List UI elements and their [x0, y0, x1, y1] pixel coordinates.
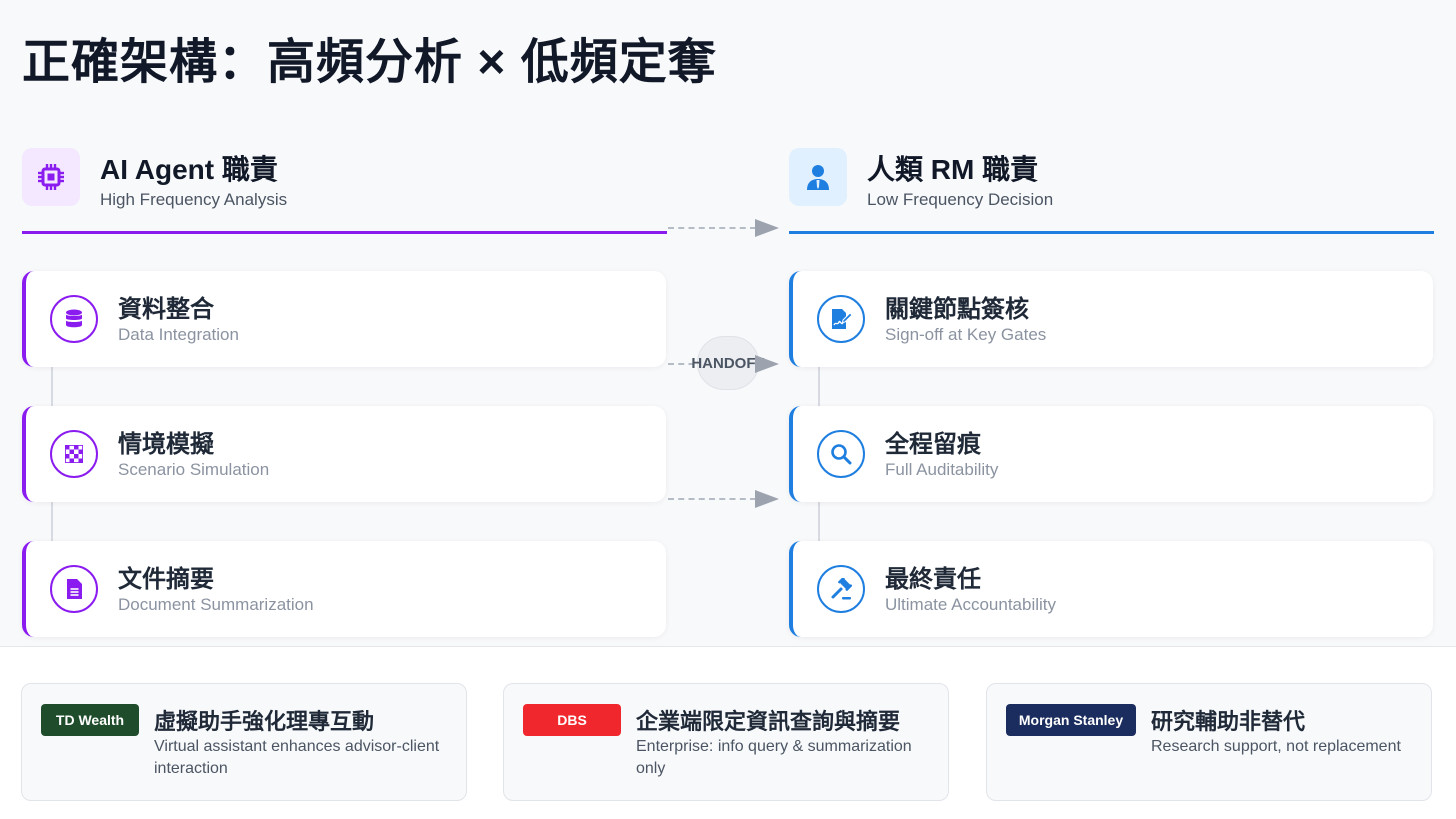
- handoff-connector-line: [668, 498, 756, 500]
- database-icon: [50, 295, 98, 343]
- example-subtitle: Virtual assistant enhances advisor-clien…: [154, 738, 440, 777]
- header-connector-arrow-icon: [755, 219, 779, 237]
- rm-duty-card: 最終責任 Ultimate Accountability: [789, 541, 1433, 637]
- rm-duty-subtitle: Full Auditability: [885, 460, 999, 479]
- page-title: 正確架構：高頻分析 × 低頻定奪: [22, 36, 717, 89]
- handoff-label: HANDOFF: [691, 354, 765, 372]
- left-timeline-line: [51, 367, 53, 407]
- ai-task-subtitle: Scenario Simulation: [118, 460, 270, 479]
- ai-agent-subtitle: High Frequency Analysis: [100, 190, 288, 209]
- example-title: 企業端限定資訊查詢與摘要: [636, 709, 901, 734]
- td-wealth-badge: TD Wealth: [41, 704, 139, 736]
- example-subtitle: Research support, not replacement: [1151, 738, 1401, 755]
- handoff-arrow-icon: [755, 355, 779, 373]
- ai-task-card: 文件摘要 Document Summarization: [22, 541, 666, 637]
- ai-task-card: 情境模擬 Scenario Simulation: [22, 406, 666, 502]
- document-icon: [50, 565, 98, 613]
- rm-duty-card: 關鍵節點簽核 Sign-off at Key Gates: [789, 271, 1433, 367]
- right-timeline-line: [818, 501, 820, 541]
- example-title: 研究輔助非替代: [1151, 709, 1306, 734]
- human-rm-subtitle: Low Frequency Decision: [867, 190, 1054, 209]
- left-timeline-line: [51, 501, 53, 541]
- header-connector-line: [668, 227, 756, 229]
- morgan-stanley-badge: Morgan Stanley: [1006, 704, 1136, 736]
- magnifier-icon: [817, 430, 865, 478]
- chessboard-icon: [50, 430, 98, 478]
- right-timeline-line: [818, 367, 820, 407]
- rm-duty-title: 最終責任: [885, 566, 981, 593]
- ai-agent-divider: [22, 231, 667, 234]
- rm-duty-subtitle: Sign-off at Key Gates: [885, 325, 1047, 344]
- ai-task-title: 文件摘要: [118, 566, 214, 593]
- gavel-icon: [817, 565, 865, 613]
- rm-duty-subtitle: Ultimate Accountability: [885, 595, 1057, 614]
- rm-duty-title: 關鍵節點簽核: [885, 296, 1029, 323]
- cpu-chip-icon: [22, 148, 80, 206]
- example-title: 虛擬助手強化理專互動: [154, 709, 375, 734]
- example-subtitle: Enterprise: info query & summarization o…: [636, 738, 912, 777]
- example-card-td-wealth: TD Wealth 虛擬助手強化理專互動 Virtual assistant e…: [21, 683, 467, 801]
- ai-task-subtitle: Document Summarization: [118, 595, 314, 614]
- example-card-morgan-stanley: Morgan Stanley 研究輔助非替代 Research support,…: [986, 683, 1432, 801]
- file-signature-icon: [817, 295, 865, 343]
- handoff-arrow-icon: [755, 490, 779, 508]
- ai-task-subtitle: Data Integration: [118, 325, 239, 344]
- handoff-badge: HANDOFF: [691, 336, 765, 390]
- ai-task-title: 資料整合: [118, 296, 214, 323]
- ai-task-card: 資料整合 Data Integration: [22, 271, 666, 367]
- ai-task-title: 情境模擬: [118, 431, 214, 458]
- ai-agent-title: AI Agent 職責: [100, 154, 278, 185]
- rm-duty-title: 全程留痕: [885, 431, 981, 458]
- human-rm-title: 人類 RM 職責: [867, 154, 1039, 185]
- human-rm-divider: [789, 231, 1434, 234]
- example-card-dbs: DBS 企業端限定資訊查詢與摘要 Enterprise: info query …: [503, 683, 949, 801]
- user-tie-icon: [789, 148, 847, 206]
- dbs-badge: DBS: [523, 704, 621, 736]
- rm-duty-card: 全程留痕 Full Auditability: [789, 406, 1433, 502]
